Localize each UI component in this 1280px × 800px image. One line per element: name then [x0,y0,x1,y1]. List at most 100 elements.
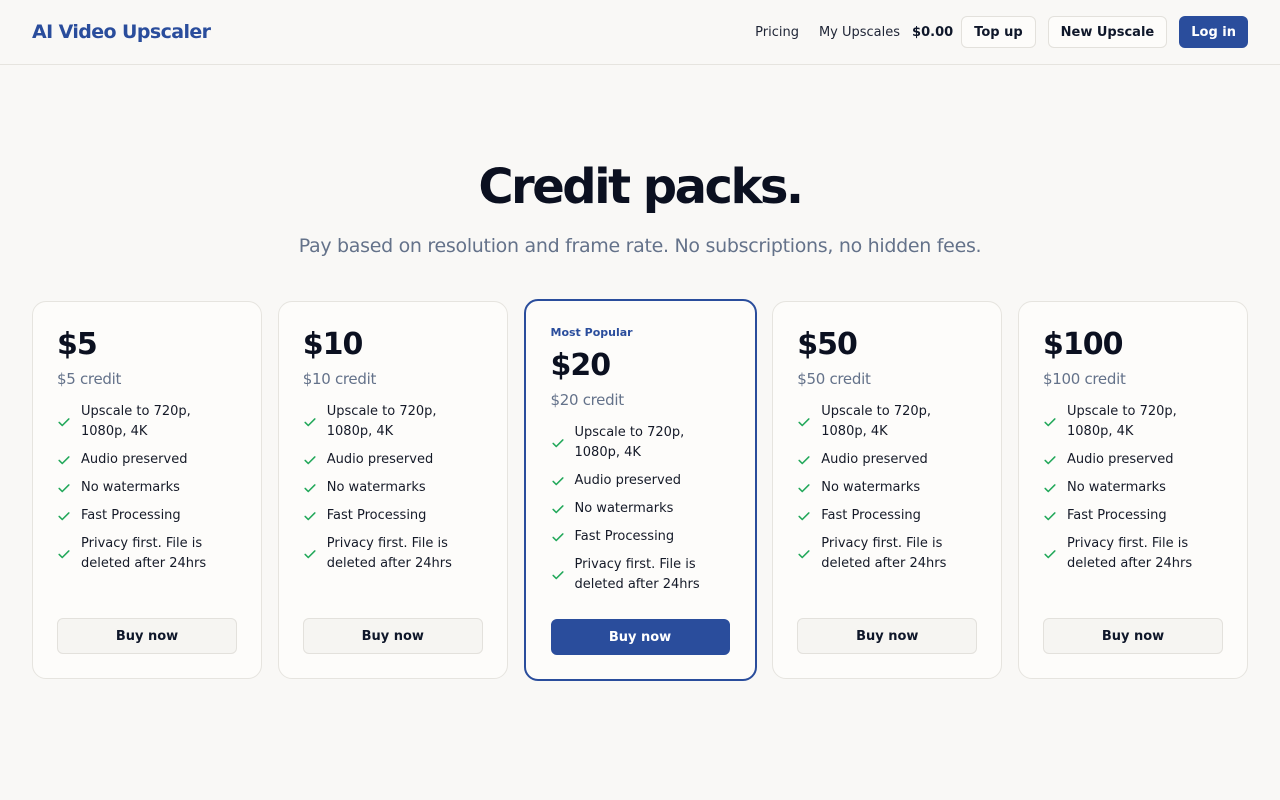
buy-now-button[interactable]: Buy now [57,618,237,654]
most-popular-badge: Most Popular [550,326,633,339]
check-icon [551,439,564,448]
check-icon [304,484,316,493]
credit-balance: $0.00 [912,24,954,40]
pack-credit: $100 credit [1043,370,1126,388]
feature-item: Privacy first. File is deleted after 24h… [797,534,977,574]
feature-label: Upscale to 720p, 1080p, 4K [574,425,685,460]
log-in-button[interactable]: Log in [1179,16,1248,48]
feature-item: Privacy first. File is deleted after 24h… [303,534,483,574]
check-icon [551,571,564,580]
feature-item: Audio preserved [551,471,730,491]
feature-label: Fast Processing [574,529,675,544]
new-upscale-button[interactable]: New Upscale [1047,16,1168,48]
check-icon [798,512,810,521]
check-icon [58,512,70,521]
check-icon [304,456,316,465]
feature-item: Fast Processing [1043,506,1223,526]
feature-list: Upscale to 720p, 1080p, 4K Audio preserv… [797,402,977,574]
feature-item: Audio preserved [57,450,237,470]
nav-my-upscales[interactable]: My Upscales [819,25,900,40]
brand-logo[interactable]: AI Video Upscaler [32,21,211,43]
feature-item: Audio preserved [303,450,483,470]
feature-label: Privacy first. File is deleted after 24h… [326,536,452,571]
check-icon [304,550,316,559]
pack-price: $50 [797,327,858,362]
feature-item: No watermarks [1043,478,1223,498]
feature-label: Privacy first. File is deleted after 24h… [81,536,207,571]
feature-item: Audio preserved [1043,450,1223,470]
check-icon [798,456,810,465]
feature-label: Fast Processing [326,508,427,523]
pack-card-100: $100 $100 credit Upscale to 720p, 1080p,… [1018,301,1248,679]
feature-label: Privacy first. File is deleted after 24h… [574,557,700,592]
feature-item: Privacy first. File is deleted after 24h… [551,555,730,595]
check-icon [58,418,70,427]
pack-card-20: Most Popular $20 $20 credit Upscale to 7… [523,299,757,681]
feature-label: No watermarks [326,480,426,495]
feature-label: No watermarks [81,480,180,495]
feature-label: Audio preserved [81,452,188,467]
credit-packs: $5 $5 credit Upscale to 720p, 1080p, 4K … [32,299,1248,681]
pack-credit: $20 credit [550,391,625,409]
page-subtitle: Pay based on resolution and frame rate. … [298,235,982,257]
feature-label: Privacy first. File is deleted after 24h… [1067,536,1193,571]
check-icon [1044,418,1056,427]
check-icon [551,533,564,542]
feature-label: Audio preserved [1067,452,1174,467]
feature-list: Upscale to 720p, 1080p, 4K Audio preserv… [1043,402,1223,574]
check-icon [798,550,810,559]
feature-label: Fast Processing [1067,508,1167,523]
feature-item: Upscale to 720p, 1080p, 4K [1043,402,1223,442]
feature-label: No watermarks [821,480,921,495]
buy-now-button[interactable]: Buy now [302,618,483,654]
check-icon [551,477,564,486]
top-up-button[interactable]: Top up [961,16,1036,48]
feature-item: No watermarks [551,499,730,519]
pack-credit: $5 credit [57,370,122,388]
feature-item: No watermarks [57,478,237,498]
feature-item: No watermarks [303,478,483,498]
feature-list: Upscale to 720p, 1080p, 4K Audio preserv… [303,402,483,574]
pack-price: $20 [550,348,612,383]
feature-list: Upscale to 720p, 1080p, 4K Audio preserv… [551,423,730,595]
buy-now-button[interactable]: Buy now [1043,618,1223,654]
feature-label: Fast Processing [81,508,181,523]
nav-pricing[interactable]: Pricing [755,25,799,40]
check-icon [304,512,316,521]
pack-credit: $10 credit [302,370,377,388]
check-icon [798,484,810,493]
feature-item: Fast Processing [797,506,977,526]
check-icon [798,418,810,427]
check-icon [304,418,316,427]
page-title: Credit packs. [478,159,804,215]
feature-label: Upscale to 720p, 1080p, 4K [326,404,437,439]
header-nav: Pricing My Upscales $0.00 Top up New Ups… [755,16,1248,48]
feature-item: Upscale to 720p, 1080p, 4K [303,402,483,442]
feature-label: No watermarks [574,501,674,516]
check-icon [58,456,70,465]
feature-label: Upscale to 720p, 1080p, 4K [1067,404,1177,439]
feature-item: Audio preserved [797,450,977,470]
top-navigation: AI Video Upscaler Pricing My Upscales $0… [0,0,1280,65]
pack-card-5: $5 $5 credit Upscale to 720p, 1080p, 4K … [32,301,262,679]
check-icon [551,505,564,514]
feature-item: Upscale to 720p, 1080p, 4K [797,402,977,442]
feature-label: No watermarks [1067,480,1166,495]
feature-label: Audio preserved [326,452,434,467]
feature-label: Privacy first. File is deleted after 24h… [821,536,947,571]
buy-now-button[interactable]: Buy now [797,618,978,654]
check-icon [1044,484,1056,493]
pricing-hero: Credit packs. Pay based on resolution an… [0,161,1280,257]
feature-label: Upscale to 720p, 1080p, 4K [821,404,932,439]
buy-now-button[interactable]: Buy now [550,619,730,655]
feature-item: Privacy first. File is deleted after 24h… [1043,534,1223,574]
feature-item: Fast Processing [551,527,730,547]
feature-item: No watermarks [797,478,977,498]
check-icon [1044,456,1056,465]
pack-credit: $50 credit [797,370,871,388]
pack-card-50: $50 $50 credit Upscale to 720p, 1080p, 4… [772,301,1003,679]
feature-list: Upscale to 720p, 1080p, 4K Audio preserv… [57,402,237,574]
pack-price: $5 [57,327,98,362]
feature-item: Privacy first. File is deleted after 24h… [57,534,237,574]
pack-price: $10 [302,327,364,362]
